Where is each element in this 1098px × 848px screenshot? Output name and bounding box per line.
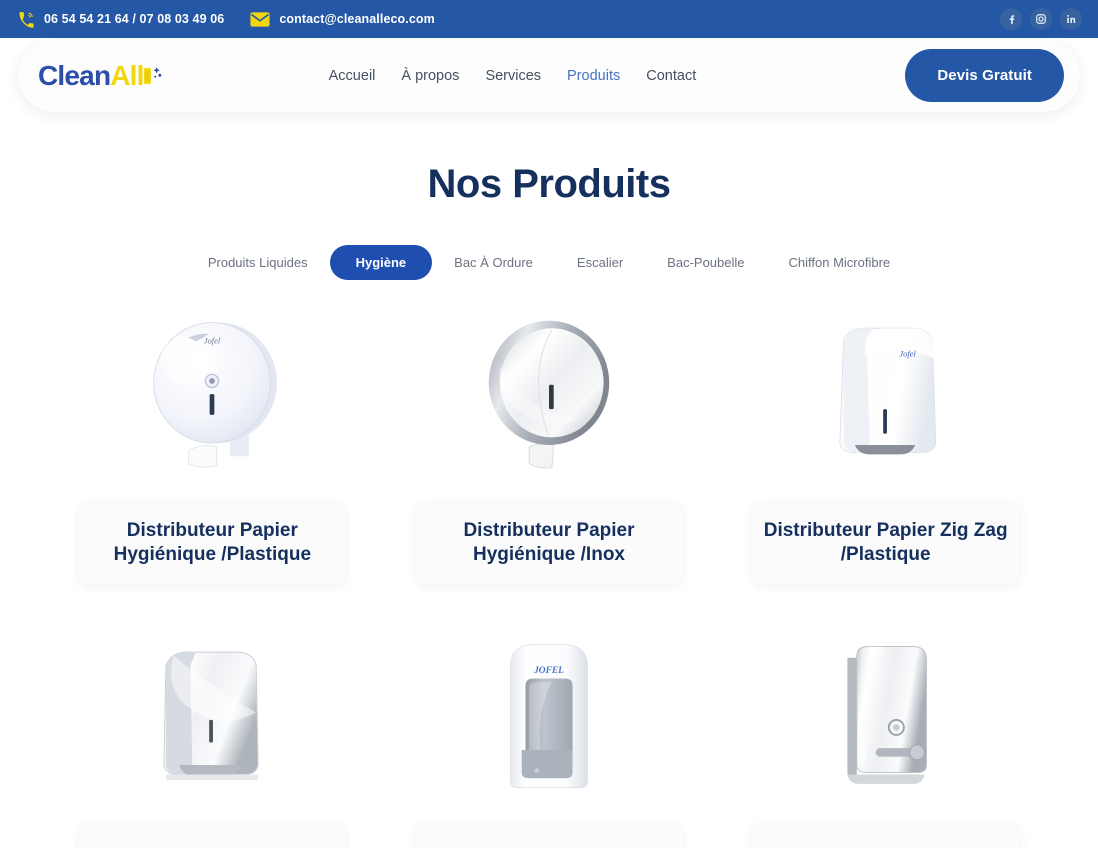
site-header: Clean All Accueil À propos Services Prod… <box>0 40 1098 126</box>
phone-contact[interactable]: 06 54 54 21 64 / 07 08 03 49 06 <box>18 11 224 28</box>
nav-item-produits[interactable]: Produits <box>567 68 620 84</box>
mail-icon <box>250 11 270 27</box>
email-contact[interactable]: contact@cleanalleco.com <box>250 11 435 27</box>
svg-text:Jofel: Jofel <box>204 335 221 345</box>
product-title-card: Distributeur Papier Hygiénique /Inox <box>414 502 683 584</box>
nav-item-a-propos[interactable]: À propos <box>401 68 459 84</box>
filter-tab-produits-liquides[interactable]: Produits Liquides <box>186 245 330 280</box>
product-title: Distributeur Papier Hygiénique /Inox <box>463 519 635 565</box>
top-contact-bar: 06 54 54 21 64 / 07 08 03 49 06 contact@… <box>0 0 1098 38</box>
soap-dispenser-steel-icon <box>733 628 1038 808</box>
filter-tab-bac-poubelle[interactable]: Bac-Poubelle <box>645 245 766 280</box>
product-grid: Jofel Distributeur Papier Hygiénique /Pl… <box>0 306 1098 848</box>
product-category-filters: Produits Liquides Hygiène Bac À Ordure E… <box>0 245 1098 280</box>
facebook-icon[interactable] <box>1000 8 1022 30</box>
svg-text:Jofel: Jofel <box>899 348 916 358</box>
site-logo[interactable]: Clean All <box>38 60 165 92</box>
top-contact-group: 06 54 54 21 64 / 07 08 03 49 06 contact@… <box>18 11 435 28</box>
page-title: Nos Produits <box>427 162 671 206</box>
round-paper-dispenser-steel-icon <box>397 306 702 486</box>
nav-item-accueil[interactable]: Accueil <box>329 68 376 84</box>
instagram-icon[interactable] <box>1030 8 1052 30</box>
product-title-card: Distributeur De Savon <box>414 824 683 848</box>
nav-item-services[interactable]: Services <box>485 68 541 84</box>
svg-text:JOFEL: JOFEL <box>533 666 564 676</box>
phone-number: 06 54 54 21 64 / 07 08 03 49 06 <box>44 12 225 26</box>
header-card: Clean All Accueil À propos Services Prod… <box>18 40 1080 112</box>
round-paper-dispenser-white-icon: Jofel <box>60 306 365 486</box>
filter-tab-bac-a-ordure[interactable]: Bac À Ordure <box>432 245 555 280</box>
filter-tab-escalier[interactable]: Escalier <box>555 245 645 280</box>
product-title: Distributeur Papier Hygiénique /Plastiqu… <box>113 519 312 565</box>
product-card[interactable]: JOFEL Distributeur De Savon <box>397 628 702 848</box>
box-paper-dispenser-white-icon: Jofel <box>733 306 1038 486</box>
box-paper-dispenser-steel-icon <box>60 628 365 808</box>
product-title-card: Distributeur Papier Zig <box>78 824 347 848</box>
product-card[interactable]: Distributeur De Savon <box>733 628 1038 848</box>
devis-gratuit-button[interactable]: Devis Gratuit <box>905 49 1064 102</box>
product-card[interactable]: Distributeur Papier Hygiénique /Inox <box>397 306 702 584</box>
email-address: contact@cleanalleco.com <box>279 12 435 26</box>
product-title-card: Distributeur Papier Hygiénique /Plastiqu… <box>78 502 347 584</box>
logo-text-all: All <box>110 60 144 91</box>
product-card[interactable]: Jofel Distributeur Papier Zig Zag /Plast… <box>733 306 1038 584</box>
nav-item-contact[interactable]: Contact <box>646 68 696 84</box>
linkedin-icon[interactable] <box>1060 8 1082 30</box>
product-title: Distributeur Papier Zig Zag /Plastique <box>763 519 1008 565</box>
social-links <box>1000 0 1082 38</box>
main-navigation: Accueil À propos Services Produits Conta… <box>329 68 697 84</box>
filter-tab-chiffon-microfibre[interactable]: Chiffon Microfibre <box>767 245 913 280</box>
product-card[interactable]: Distributeur Papier Zig <box>60 628 365 848</box>
product-title-card: Distributeur Papier Zig Zag /Plastique <box>751 502 1020 584</box>
filter-tab-hygiene[interactable]: Hygiène <box>329 245 433 280</box>
product-title-card: Distributeur De Savon <box>751 824 1020 848</box>
phone-icon <box>18 11 35 28</box>
sparkle-icon <box>143 61 165 91</box>
product-card[interactable]: Jofel Distributeur Papier Hygiénique /Pl… <box>60 306 365 584</box>
soap-dispenser-white-icon: JOFEL <box>397 628 702 808</box>
logo-text-clean: Clean <box>38 60 111 91</box>
